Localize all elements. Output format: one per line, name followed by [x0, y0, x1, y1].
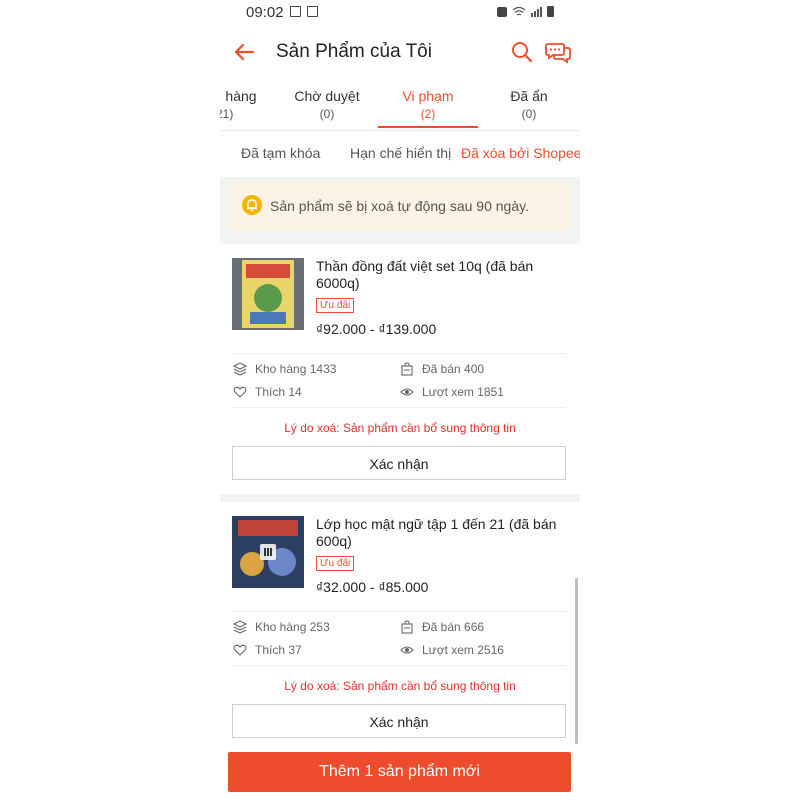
- product-card: Lớp học mật ngữ tập 1 đến 21 (đã bán 600…: [220, 502, 580, 752]
- app-notification-icon: [307, 6, 318, 17]
- stock-text: Kho hàng 253: [255, 620, 330, 634]
- tab-vi-pham[interactable]: Vi phạm (2): [383, 88, 473, 121]
- tab-label: hàng: [225, 88, 257, 104]
- status-bar: 09:02: [220, 0, 580, 26]
- tab-count: 21): [220, 107, 234, 121]
- tab-count: (0): [521, 107, 537, 121]
- stock-text: Kho hàng 1433: [255, 362, 337, 376]
- search-icon[interactable]: [510, 40, 534, 64]
- phone-screen: 09:02 Sản Phẩm của Tôi hàng 1) Chờ duyệt…: [220, 0, 580, 800]
- status-tabs: hàng 21) Chờ duyệt (0) Vi phạm (2) Đã ẩn…: [220, 80, 580, 131]
- bell-icon: [242, 195, 262, 215]
- likes-stat: Thích 37: [233, 643, 302, 657]
- product-thumbnail[interactable]: [232, 258, 304, 330]
- active-tab-indicator: [378, 126, 478, 128]
- likes-text: Thích 14: [255, 385, 302, 399]
- add-product-button[interactable]: Thêm 1 sản phẩm mới: [228, 752, 571, 792]
- views-text: Lượt xem 2516: [422, 643, 504, 657]
- product-thumbnail[interactable]: [232, 516, 304, 588]
- bag-icon: [401, 362, 413, 376]
- layers-icon: [233, 362, 247, 376]
- tab-label: Vi phạm: [402, 88, 454, 104]
- stock-stat: Kho hàng 253: [233, 620, 330, 634]
- stock-stat: Kho hàng 1433: [233, 362, 336, 376]
- sub-tabs: Đã tạm khóa Hạn chế hiển thị Đã xóa bởi …: [220, 131, 580, 177]
- back-arrow-icon[interactable]: [232, 40, 256, 64]
- gallery-notification-icon: [290, 6, 301, 17]
- product-name[interactable]: Lớp học mật ngữ tập 1 đến 21 (đã bán 600…: [316, 516, 566, 550]
- chat-icon[interactable]: [544, 40, 572, 64]
- auto-delete-notice: Sản phẩm sẽ bị xoá tự động sau 90 ngày.: [230, 182, 570, 230]
- product-price: ₫32.000 - ₫85.000: [316, 579, 429, 595]
- deletion-reason: Lý do xoá: Sản phẩm cần bổ sung thông ti…: [284, 679, 516, 693]
- subtab-han-che-hien-thi[interactable]: Hạn chế hiển thị: [350, 145, 451, 161]
- subtab-da-xoa-boi-shopee[interactable]: Đã xóa bởi Shopee: [461, 145, 580, 161]
- promo-tag: Ưu đãi: [316, 556, 355, 571]
- signal-icon: [531, 7, 542, 17]
- tab-da-an[interactable]: Đã ẩn (0): [484, 88, 574, 121]
- app-bar: Sản Phẩm của Tôi: [220, 26, 580, 80]
- battery-icon: [547, 6, 554, 17]
- heart-icon: [233, 644, 247, 656]
- tab-label: Chờ duyệt: [294, 88, 360, 104]
- product-price: ₫92.000 - ₫139.000: [316, 321, 437, 337]
- deletion-reason: Lý do xoá: Sản phẩm cần bổ sung thông ti…: [284, 421, 516, 435]
- sold-text: Đã bán 666: [422, 620, 485, 634]
- tab-label: Đã ẩn: [510, 88, 548, 104]
- views-stat: Lượt xem 1851: [400, 385, 504, 399]
- status-time: 09:02: [246, 4, 284, 21]
- tab-count: (0): [319, 107, 335, 121]
- tab-cho-duyet[interactable]: Chờ duyệt (0): [282, 88, 372, 121]
- page-title: Sản Phẩm của Tôi: [276, 41, 432, 62]
- bag-icon: [401, 620, 413, 634]
- views-text: Lượt xem 1851: [422, 385, 504, 399]
- product-name[interactable]: Thần đồng đất việt set 10q (đã bán 6000q…: [316, 258, 566, 292]
- eye-icon: [400, 388, 414, 396]
- heart-icon: [233, 386, 247, 398]
- alarm-icon: [497, 7, 507, 17]
- confirm-button[interactable]: Xác nhận: [232, 446, 566, 480]
- likes-text: Thích 37: [255, 643, 302, 657]
- tab-count: (2): [420, 107, 436, 121]
- views-stat: Lượt xem 2516: [400, 643, 504, 657]
- eye-icon: [400, 646, 414, 654]
- sold-stat: Đã bán 400: [400, 362, 484, 376]
- sold-stat: Đã bán 666: [400, 620, 484, 634]
- subtab-da-tam-khoa[interactable]: Đã tạm khóa: [241, 145, 320, 161]
- wifi-icon: [512, 6, 526, 16]
- confirm-button[interactable]: Xác nhận: [232, 704, 566, 738]
- tab-con-hang[interactable]: hàng 21): [220, 88, 266, 121]
- product-card: Thần đồng đất việt set 10q (đã bán 6000q…: [220, 244, 580, 494]
- sold-text: Đã bán 400: [422, 362, 485, 376]
- likes-stat: Thích 14: [233, 385, 302, 399]
- notice-text: Sản phẩm sẽ bị xoá tự động sau 90 ngày.: [270, 198, 529, 214]
- layers-icon: [233, 620, 247, 634]
- scrollbar[interactable]: [575, 578, 578, 744]
- promo-tag: Ưu đãi: [316, 298, 355, 313]
